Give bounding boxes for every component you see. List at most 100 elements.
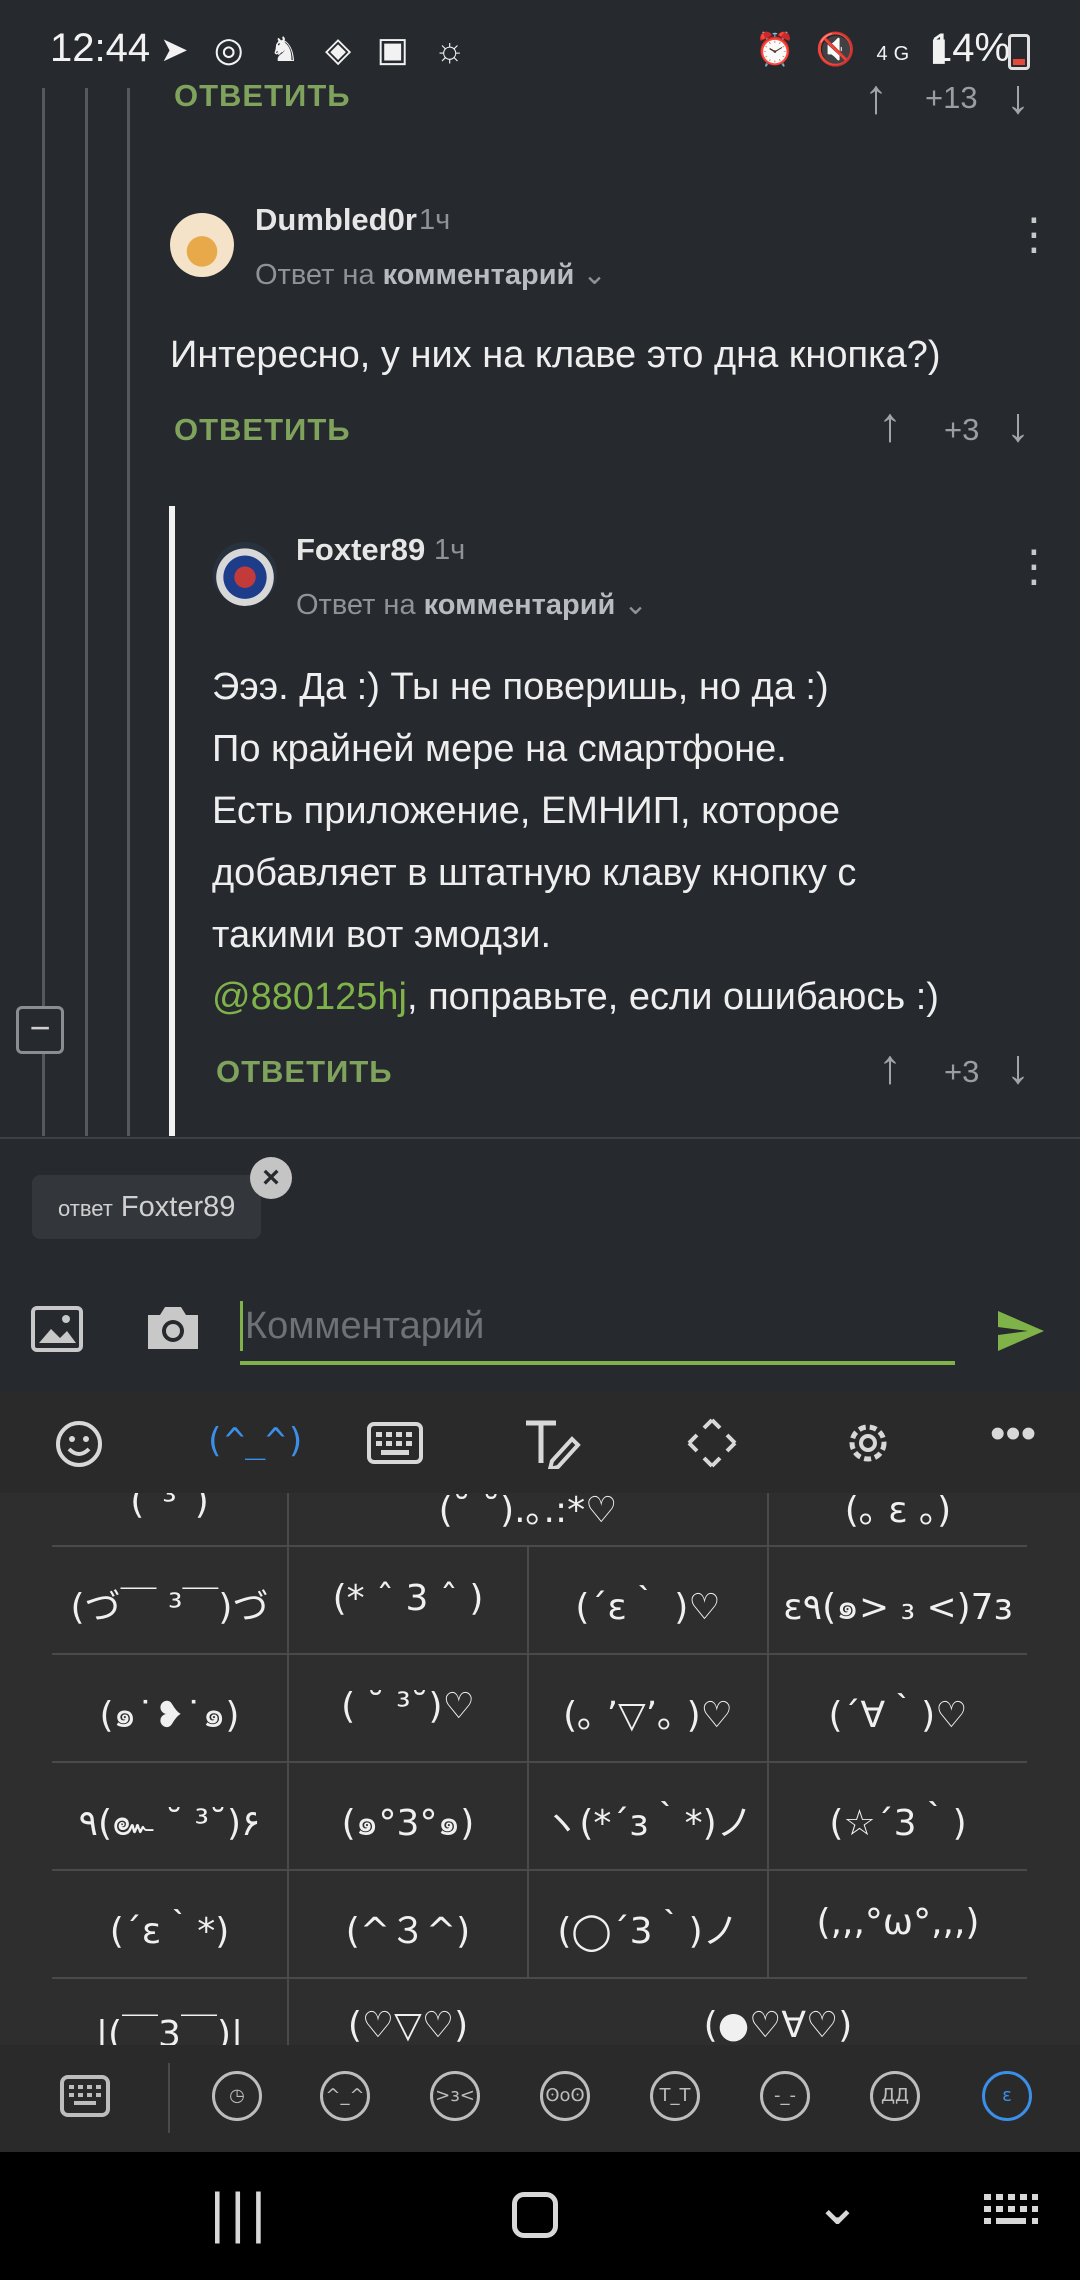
chip-prefix: ответ <box>58 1196 113 1221</box>
move-keyboard-icon[interactable] <box>686 1417 738 1469</box>
comment-author[interactable]: Dumbled0r <box>255 202 417 238</box>
close-icon[interactable]: × <box>250 1157 292 1199</box>
comment-line: такими вот эмодзи. <box>212 914 552 956</box>
kaomoji-cell[interactable]: (´ε｀*) <box>52 1902 287 1954</box>
kaomoji-cell[interactable]: ヽ(*´з｀*)ノ <box>529 1794 767 1846</box>
kaomoji-cell[interactable]: ٩(๛ ˘ ³˘)۶ <box>52 1794 287 1851</box>
reply-to-link[interactable]: комментарий <box>424 589 616 621</box>
kaomoji-cell[interactable]: ε٩(๑> ₃ <)7з <box>769 1578 1027 1635</box>
battery-percent: 14% <box>930 26 1011 70</box>
kaomoji-cell[interactable]: (* ˆ 3 ˆ ) <box>289 1578 527 1619</box>
kaomoji-cell[interactable]: (♡▽♡) <box>289 2005 527 2045</box>
kaomoji-cell[interactable]: (´∀｀)♡ <box>769 1686 1027 1738</box>
comment-line: добавляет в штатную клаву кнопку с <box>212 852 857 894</box>
emoji-icon[interactable] <box>54 1419 104 1469</box>
kaomoji-grid: (˘³˘) (˘ ˘).｡.:*♡ (｡ ε ｡) (づ￣ ³￣)づ (* ˆ … <box>0 1493 1080 2045</box>
status-bar: 12:44 ➤ ◎ ♞ ◈ ▣ ☼ ⏰ 🔇 4G ▮ 14% <box>0 0 1080 100</box>
recent-clock-icon[interactable]: ◷ <box>212 2071 262 2121</box>
comment-input[interactable]: Комментарий <box>240 1301 484 1351</box>
system-nav-bar: ||| ⌄ <box>0 2152 1080 2280</box>
comment-body: Эээ. Да :) Ты не поверишь, но да :) По к… <box>212 656 1052 1028</box>
minus-icon: − <box>29 1007 51 1048</box>
kaomoji-cell[interactable]: (๑˙❥˙๑) <box>52 1686 287 1743</box>
kaomoji-cell[interactable]: (｡ ’▽’｡ )♡ <box>529 1686 767 1738</box>
upvote-icon[interactable]: ↑ <box>878 402 902 450</box>
camera-icon[interactable] <box>144 1303 202 1353</box>
kaomoji-cell[interactable]: |(￣3￣)| <box>52 2005 287 2045</box>
kaomoji-cell[interactable]: (´ε｀ )♡ <box>529 1578 767 1630</box>
depth-line <box>42 88 45 1136</box>
more-options-icon[interactable]: ⋮ <box>1012 545 1056 589</box>
avatar[interactable] <box>170 213 234 277</box>
vote-count: +13 <box>925 80 978 115</box>
input-underline <box>240 1361 955 1365</box>
category-icon[interactable]: ДД <box>870 2071 920 2121</box>
active-depth-line <box>169 506 175 1136</box>
reply-target-chip: ответ Foxter89 <box>32 1175 262 1239</box>
more-icon[interactable]: ••• <box>990 1409 1036 1459</box>
downvote-icon[interactable]: ↓ <box>1006 74 1030 122</box>
depth-line <box>85 88 88 1136</box>
kaomoji-tab[interactable]: (^_^) <box>204 1421 306 1461</box>
gear-icon[interactable] <box>842 1417 894 1469</box>
category-icon[interactable]: ʘoʘ <box>540 2071 590 2121</box>
handwriting-icon[interactable] <box>522 1417 582 1469</box>
recents-icon[interactable]: ||| <box>210 2180 272 2245</box>
category-icon[interactable]: -_- <box>760 2071 810 2121</box>
kaomoji-cell[interactable]: (,,,°ω°,,,) <box>769 1902 1027 1943</box>
reply-button[interactable]: ОТВЕТИТЬ <box>174 412 351 448</box>
reply-to-line[interactable]: Ответ на комментарий ⌄ <box>296 587 648 622</box>
kaomoji-cell[interactable]: (づ￣ ³￣)づ <box>52 1578 287 1630</box>
chevron-down-icon: ⌄ <box>623 589 648 621</box>
reply-to-link[interactable]: комментарий <box>383 259 575 291</box>
comment-line: @880125hj, поправьте, если ошибаюсь :) <box>212 966 1052 1028</box>
hide-keyboard-icon[interactable]: ⌄ <box>814 2172 861 2238</box>
send-icon[interactable] <box>996 1309 1046 1353</box>
category-icon[interactable]: >з< <box>430 2071 480 2121</box>
image-icon[interactable] <box>30 1305 84 1353</box>
upvote-icon[interactable]: ↑ <box>878 1044 902 1092</box>
category-icon[interactable]: T_T <box>650 2071 700 2121</box>
kaomoji-cell[interactable]: (˘ ˘).｡.:*♡ <box>289 1493 767 1533</box>
grid-line <box>52 1977 1027 1979</box>
collapse-button[interactable]: − <box>16 1006 64 1054</box>
downvote-icon[interactable]: ↓ <box>1006 402 1030 450</box>
kaomoji-cell[interactable]: (●♡∀♡) <box>529 2005 1027 2045</box>
kaomoji-cell[interactable]: (｡ ε ｡) <box>769 1493 1027 1533</box>
system-icons: ⏰ 🔇 4G ▮ <box>755 31 954 67</box>
divider <box>168 2063 170 2133</box>
kaomoji-cell[interactable]: (☆´3｀) <box>769 1794 1027 1846</box>
vote-count: +3 <box>944 412 980 447</box>
category-icon[interactable]: ^_^ <box>320 2071 370 2121</box>
kaomoji-cell[interactable]: (^３^) <box>289 1902 527 1954</box>
depth-line <box>127 88 130 1136</box>
comment-time: 1ч <box>419 204 451 236</box>
user-mention[interactable]: @880125hj <box>212 976 407 1018</box>
keyboard-toolbar: (^_^) ••• <box>0 1393 1080 1493</box>
reply-to-prefix: Ответ на <box>255 259 375 291</box>
vote-count: +3 <box>944 1054 980 1089</box>
home-icon[interactable] <box>512 2192 558 2238</box>
mention-rest: , поправьте, если ошибаюсь :) <box>406 976 939 1018</box>
more-options-icon[interactable]: ⋮ <box>1012 213 1056 257</box>
avatar[interactable] <box>213 542 277 606</box>
grid-line <box>52 1869 1027 1871</box>
kaomoji-cell[interactable]: ( ˘ ³˘)♡ <box>289 1686 527 1727</box>
downvote-icon[interactable]: ↓ <box>1006 1044 1030 1092</box>
battery-icon <box>1008 34 1030 70</box>
reply-button[interactable]: ОТВЕТИТЬ <box>216 1054 393 1090</box>
reply-to-line[interactable]: Ответ на комментарий ⌄ <box>255 257 607 292</box>
kaomoji-cell[interactable]: (๑°3°๑) <box>289 1794 527 1851</box>
keyboard-picker-icon[interactable] <box>984 2194 1038 2234</box>
comment-time: 1ч <box>434 534 466 566</box>
chip-name: Foxter89 <box>120 1191 236 1223</box>
comment-author[interactable]: Foxter89 <box>296 532 425 568</box>
upvote-icon[interactable]: ↑ <box>864 74 888 122</box>
kaomoji-cell[interactable]: (◯´3｀)ノ <box>529 1902 767 1954</box>
kaomoji-cell[interactable]: (˘³˘) <box>52 1493 287 1522</box>
reply-button[interactable]: ОТВЕТИТЬ <box>174 78 351 114</box>
category-icon-active[interactable]: ε <box>982 2071 1032 2121</box>
keyboard-icon[interactable] <box>366 1421 424 1465</box>
keyboard-switch-icon[interactable] <box>60 2075 110 2117</box>
grid-line <box>52 1653 1027 1655</box>
